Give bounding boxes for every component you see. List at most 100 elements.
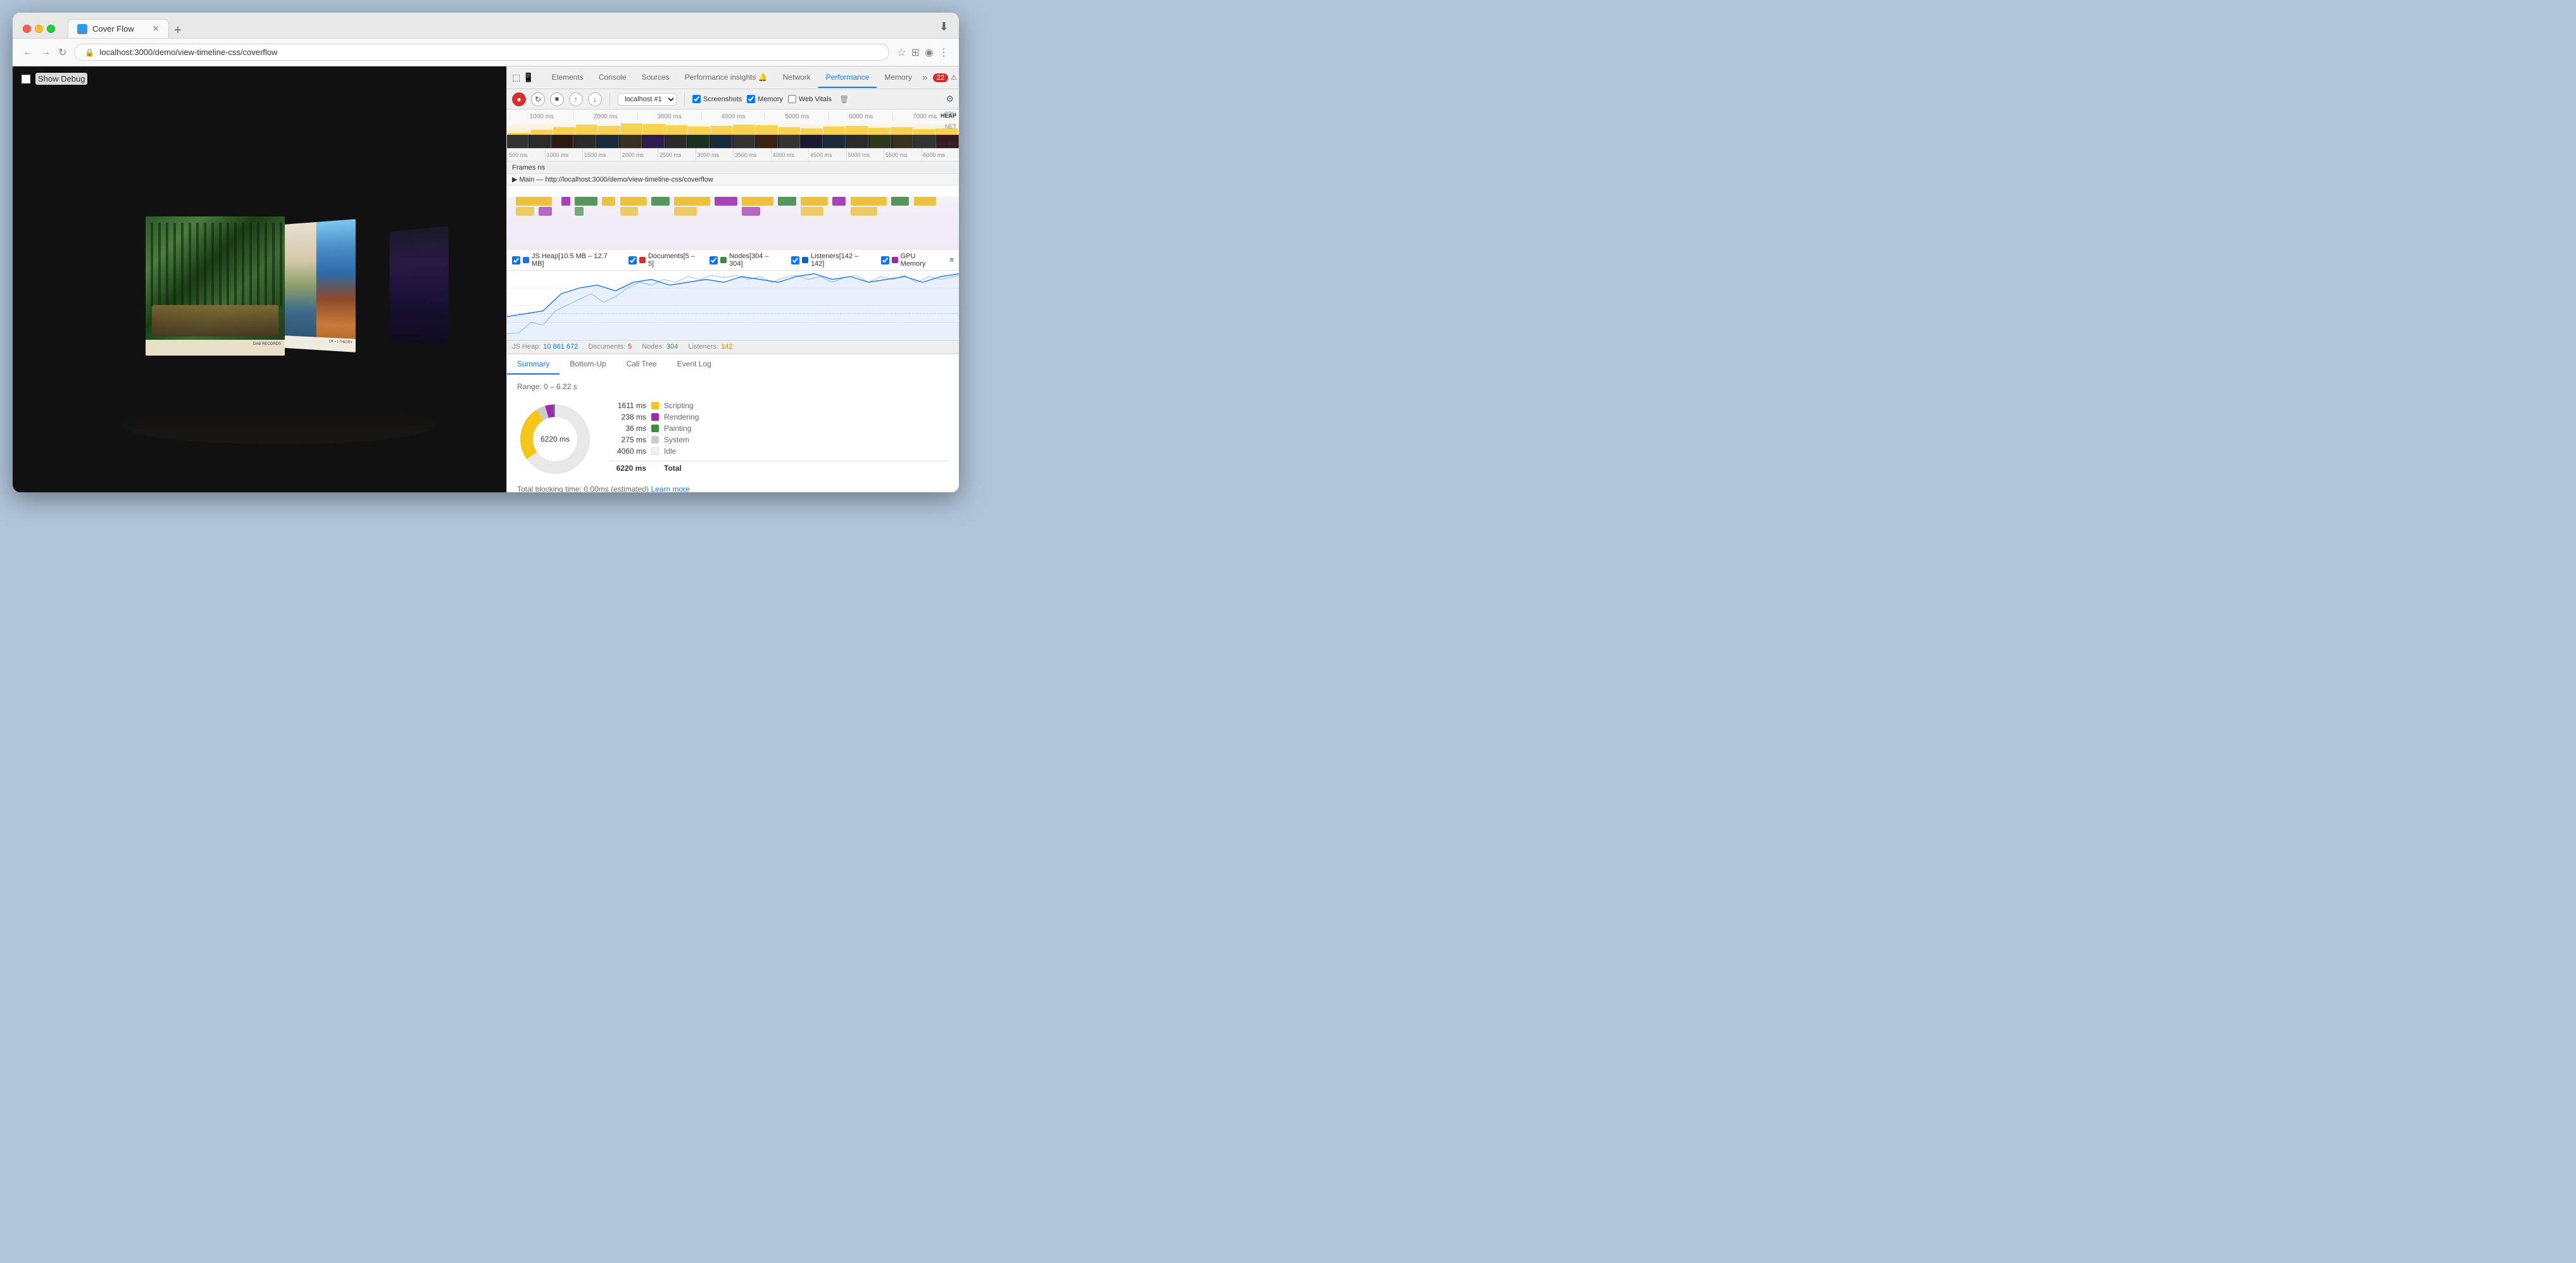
title-bar: 🌐 Cover Flow ✕ + ⬇ xyxy=(13,13,959,39)
screenshots-checkbox[interactable] xyxy=(692,95,701,103)
task-bar-2 xyxy=(851,207,878,216)
bookmark-icon[interactable]: ☆ xyxy=(897,46,906,59)
idle-ms: 4060 ms xyxy=(608,447,646,456)
frames-section: Frames ns xyxy=(507,161,959,174)
memory-graph-svg xyxy=(507,271,959,340)
range-text: Range: 0 – 6.22 s xyxy=(517,382,949,391)
upload-button[interactable]: ↑ xyxy=(569,92,583,106)
cpu-bar xyxy=(598,126,620,135)
legend-documents-checkbox[interactable] xyxy=(628,256,637,264)
tab-perf-insights[interactable]: Performance insights 🔔 xyxy=(677,68,775,88)
t-tick-1500: 1500 ms xyxy=(582,149,620,161)
device-mode-button[interactable]: 📱 xyxy=(523,69,534,87)
legend-nodes[interactable]: Nodes[304 – 304] xyxy=(710,252,784,268)
bottom-tab-event-log[interactable]: Event Log xyxy=(667,354,722,375)
show-debug-checkbox[interactable] xyxy=(22,75,30,84)
mem-nodes-label: Nodes: xyxy=(642,343,664,351)
profile-icon[interactable]: ◉ xyxy=(925,46,934,59)
album-cover-forest: DAB RECORDS xyxy=(146,216,285,356)
timeline-overview[interactable]: 1000 ms 2000 ms 3000 ms 4000 ms 5000 ms … xyxy=(507,109,959,149)
mem-stats-bar: JS Heap: 10 861 672 Documents: 5 Nodes: … xyxy=(507,340,959,353)
bottom-tab-call-tree[interactable]: Call Tree xyxy=(616,354,667,375)
tab-network[interactable]: Network xyxy=(775,68,818,88)
blocking-time-text: Total blocking time: 0.00ms (estimated) xyxy=(517,485,649,493)
browser-tab-coverflow[interactable]: 🌐 Cover Flow ✕ xyxy=(68,19,169,38)
tab-close-button[interactable]: ✕ xyxy=(152,23,159,34)
legend-listeners[interactable]: Listeners[142 – 142] xyxy=(791,252,873,268)
rendering-color xyxy=(651,413,659,421)
browser-window: 🌐 Cover Flow ✕ + ⬇ ← → ↻ 🔒 localhost:300… xyxy=(13,13,959,492)
legend-js-heap-label: JS Heap[10.5 MB – 12.7 MB] xyxy=(532,252,621,268)
perf-recording-toolbar: ● ↻ ⏹ ↑ ↓ localhost #1 Screenshots Memor… xyxy=(507,89,959,109)
t-tick-4000: 4000 ms xyxy=(771,149,809,161)
mem-stat-listeners: Listeners: 142 xyxy=(688,343,732,351)
more-tabs-button[interactable]: » xyxy=(920,67,930,89)
album-cover-dark xyxy=(390,226,449,345)
task-bar-2 xyxy=(575,207,584,216)
record-button[interactable]: ● xyxy=(512,92,526,106)
cpu-bar xyxy=(801,128,823,135)
total-row: 6220 ms Total xyxy=(608,461,949,473)
task-bar xyxy=(651,197,670,206)
legend-listeners-checkbox[interactable] xyxy=(791,256,799,264)
t-tick-5500: 5500 ms xyxy=(884,149,922,161)
album-reflection xyxy=(120,406,437,444)
window-controls: ⬇ xyxy=(939,20,949,37)
screenshot-thumb xyxy=(553,135,574,149)
legend-js-heap[interactable]: JS Heap[10.5 MB – 12.7 MB] xyxy=(512,252,621,268)
extensions-icon[interactable]: ⊞ xyxy=(911,46,920,59)
legend-documents[interactable]: Documents[5 – 5] xyxy=(628,252,702,268)
reload-record-button[interactable]: ↻ xyxy=(531,92,545,106)
web-vitals-checkbox-group: Web Vitals xyxy=(788,95,832,103)
legend-dot-documents xyxy=(639,257,646,263)
tab-performance[interactable]: Performance xyxy=(818,68,877,88)
web-vitals-checkbox[interactable] xyxy=(788,95,796,103)
downloads-icon[interactable]: ⬇ xyxy=(939,20,949,34)
bottom-tab-summary[interactable]: Summary xyxy=(507,354,560,375)
tab-console[interactable]: Console xyxy=(591,68,634,88)
inspect-element-button[interactable]: ⬚ xyxy=(512,69,520,87)
idle-name: Idle xyxy=(664,447,676,456)
cpu-bar xyxy=(778,127,801,135)
more-options-icon[interactable]: ⋮ xyxy=(939,46,949,59)
download-button[interactable]: ↓ xyxy=(588,92,602,106)
heap-range: 10.5 MB – 12.7 MB xyxy=(908,140,956,147)
clear-record-button[interactable]: 🗑 xyxy=(839,95,849,104)
album-text: DAB RECORDS xyxy=(146,340,285,350)
legend-dot-gpu xyxy=(892,257,898,263)
devtools-body: 1000 ms 2000 ms 3000 ms 4000 ms 5000 ms … xyxy=(507,109,959,492)
url-bar[interactable]: 🔒 localhost:3000/demo/view-timeline-css/… xyxy=(74,44,889,61)
total-ms: 6220 ms xyxy=(608,464,646,473)
memory-checkbox[interactable] xyxy=(747,95,755,103)
tab-memory[interactable]: Memory xyxy=(877,68,919,88)
tab-label: Cover Flow xyxy=(92,24,134,34)
legend-gpu-checkbox[interactable] xyxy=(881,256,889,264)
overview-ruler: 1000 ms 2000 ms 3000 ms 4000 ms 5000 ms … xyxy=(507,109,959,122)
learn-more-link[interactable]: Learn more xyxy=(651,485,689,493)
clear-button[interactable]: ⏹ xyxy=(550,92,564,106)
screenshot-thumb xyxy=(666,135,687,149)
album-dark-image xyxy=(390,226,449,345)
task-bar xyxy=(832,197,846,206)
maximize-button[interactable] xyxy=(47,25,55,33)
tab-elements[interactable]: Elements xyxy=(544,68,591,88)
legend-js-heap-checkbox[interactable] xyxy=(512,256,520,264)
t-tick-6000: 6000 ms xyxy=(922,149,960,161)
legend-gpu[interactable]: GPU Memory xyxy=(881,252,942,268)
legend-nodes-checkbox[interactable] xyxy=(710,256,718,264)
screenshot-thumb xyxy=(620,135,642,149)
perf-settings-button[interactable]: ⚙ xyxy=(946,94,954,104)
close-button[interactable] xyxy=(23,25,31,33)
task-bar-2 xyxy=(674,207,697,216)
profile-selector[interactable]: localhost #1 xyxy=(618,93,677,106)
minimize-button[interactable] xyxy=(35,25,43,33)
bottom-tab-bottom-up[interactable]: Bottom-Up xyxy=(560,354,616,375)
reload-button[interactable]: ↻ xyxy=(58,46,66,59)
net-label: NET xyxy=(945,123,956,130)
forward-button[interactable]: → xyxy=(41,47,51,58)
new-tab-button[interactable]: + xyxy=(169,23,187,38)
devtools-toolbar: ⬚ 📱 Elements Console Sources Performance… xyxy=(507,66,959,89)
tab-sources[interactable]: Sources xyxy=(634,68,677,88)
back-button[interactable]: ← xyxy=(23,47,33,58)
task-bar xyxy=(715,197,737,206)
